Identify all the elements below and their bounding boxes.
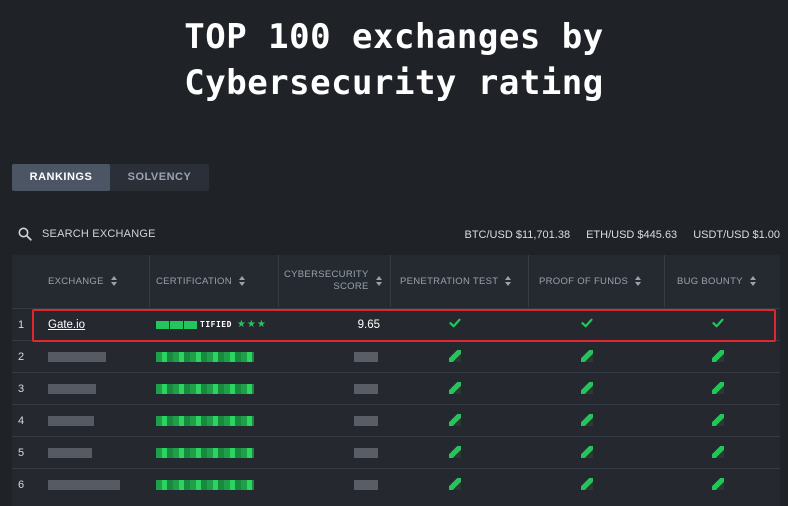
sort-icon[interactable] bbox=[505, 276, 512, 286]
blurred-exchange-name bbox=[48, 384, 96, 394]
blurred-check-icon bbox=[449, 414, 461, 426]
sort-icon[interactable] bbox=[375, 276, 383, 286]
blurred-check-icon bbox=[712, 414, 724, 426]
blurred-check-icon bbox=[581, 414, 593, 426]
logo-segment bbox=[184, 320, 197, 329]
search-exchange[interactable]: SEARCH EXCHANGE bbox=[18, 224, 156, 244]
blurred-certification bbox=[156, 384, 254, 394]
blurred-check-icon bbox=[712, 382, 724, 394]
check-icon bbox=[449, 318, 461, 328]
table-row[interactable]: 4 bbox=[12, 404, 780, 436]
blurred-certification bbox=[156, 416, 254, 426]
blurred-check-icon bbox=[449, 478, 461, 490]
column-divider bbox=[149, 255, 150, 307]
tab-rankings[interactable]: RANKINGS bbox=[12, 164, 110, 191]
rank-number: 1 bbox=[18, 318, 25, 331]
view-tabs: RANKINGS SOLVENCY bbox=[12, 164, 209, 191]
column-certification[interactable]: CERTIFICATION bbox=[156, 255, 246, 307]
blurred-certification bbox=[156, 352, 254, 362]
eth-usd-rate: ETH/USD $445.63 bbox=[586, 229, 678, 241]
blurred-check-icon bbox=[712, 478, 724, 490]
blurred-check-icon bbox=[581, 478, 593, 490]
column-penetration-test[interactable]: PENETRATION TEST bbox=[400, 255, 512, 307]
rank-number: 6 bbox=[18, 478, 25, 491]
blurred-check-icon bbox=[449, 446, 461, 458]
blurred-check-icon bbox=[712, 446, 724, 458]
blurred-score bbox=[354, 384, 378, 394]
page-title: TOP 100 exchanges by Cybersecurity ratin… bbox=[0, 14, 788, 106]
rank-number: 3 bbox=[18, 382, 25, 395]
rank-number: 4 bbox=[18, 414, 25, 427]
blurred-score bbox=[354, 352, 378, 362]
blurred-score bbox=[354, 416, 378, 426]
blurred-exchange-name bbox=[48, 480, 120, 490]
column-score[interactable]: CYBERSECURITY SCORE bbox=[284, 255, 383, 307]
exchange-link[interactable]: Gate.io bbox=[48, 309, 85, 340]
column-exchange[interactable]: EXCHANGE bbox=[48, 255, 118, 307]
btc-usd-rate: BTC/USD $11,701.38 bbox=[464, 229, 571, 241]
blurred-check-icon bbox=[581, 350, 593, 362]
rank-number: 5 bbox=[18, 446, 25, 459]
sort-icon[interactable] bbox=[110, 276, 118, 286]
check-icon bbox=[581, 318, 593, 328]
sort-icon[interactable] bbox=[635, 276, 642, 286]
logo-segment bbox=[156, 320, 169, 329]
table-row[interactable]: 2 bbox=[12, 340, 780, 372]
search-icon[interactable] bbox=[18, 227, 32, 241]
page-title-line-1: TOP 100 exchanges by bbox=[184, 17, 604, 57]
logo-segment bbox=[170, 320, 183, 329]
table-row[interactable]: 3 bbox=[12, 372, 780, 404]
column-divider bbox=[390, 255, 391, 307]
column-divider bbox=[278, 255, 279, 307]
search-placeholder[interactable]: SEARCH EXCHANGE bbox=[42, 228, 156, 240]
certified-text: TIFIED bbox=[200, 320, 232, 329]
blurred-score bbox=[354, 480, 378, 490]
blurred-certification bbox=[156, 448, 254, 458]
rank-number: 2 bbox=[18, 350, 25, 363]
rankings-table: EXCHANGE CERTIFICATION CYBERSECURITY SCO… bbox=[12, 255, 780, 506]
tab-solvency[interactable]: SOLVENCY bbox=[110, 164, 209, 191]
column-proof-of-funds[interactable]: PROOF OF FUNDS bbox=[539, 255, 642, 307]
blurred-check-icon bbox=[449, 350, 461, 362]
blurred-check-icon bbox=[581, 446, 593, 458]
certified-logo: TIFIED bbox=[156, 320, 232, 329]
sort-icon[interactable] bbox=[749, 276, 757, 286]
table-row[interactable]: 5 bbox=[12, 436, 780, 468]
page-title-line-2: Cybersecurity rating bbox=[184, 63, 604, 103]
table-row[interactable]: 6 bbox=[12, 468, 780, 500]
blurred-check-icon bbox=[581, 382, 593, 394]
usdt-usd-rate: USDT/USD $1.00 bbox=[693, 229, 780, 241]
table-row[interactable]: 1 Gate.io TIFIED ★★★ 9.65 bbox=[12, 308, 780, 340]
blurred-certification bbox=[156, 480, 254, 490]
sort-icon[interactable] bbox=[238, 276, 246, 286]
column-divider bbox=[664, 255, 665, 307]
table-header: EXCHANGE CERTIFICATION CYBERSECURITY SCO… bbox=[12, 255, 780, 307]
column-bug-bounty[interactable]: BUG BOUNTY bbox=[677, 255, 757, 307]
cybersecurity-score: 9.65 bbox=[357, 318, 380, 331]
certified-badge: TIFIED ★★★ bbox=[156, 309, 267, 340]
blurred-exchange-name bbox=[48, 416, 94, 426]
blurred-score bbox=[354, 448, 378, 458]
blurred-exchange-name bbox=[48, 352, 106, 362]
price-tickers: BTC/USD $11,701.38 ETH/USD $445.63 USDT/… bbox=[465, 229, 781, 241]
blurred-check-icon bbox=[449, 382, 461, 394]
check-icon bbox=[712, 318, 724, 328]
star-rating: ★★★ bbox=[236, 319, 267, 330]
column-divider bbox=[528, 255, 529, 307]
blurred-exchange-name bbox=[48, 448, 92, 458]
blurred-check-icon bbox=[712, 350, 724, 362]
